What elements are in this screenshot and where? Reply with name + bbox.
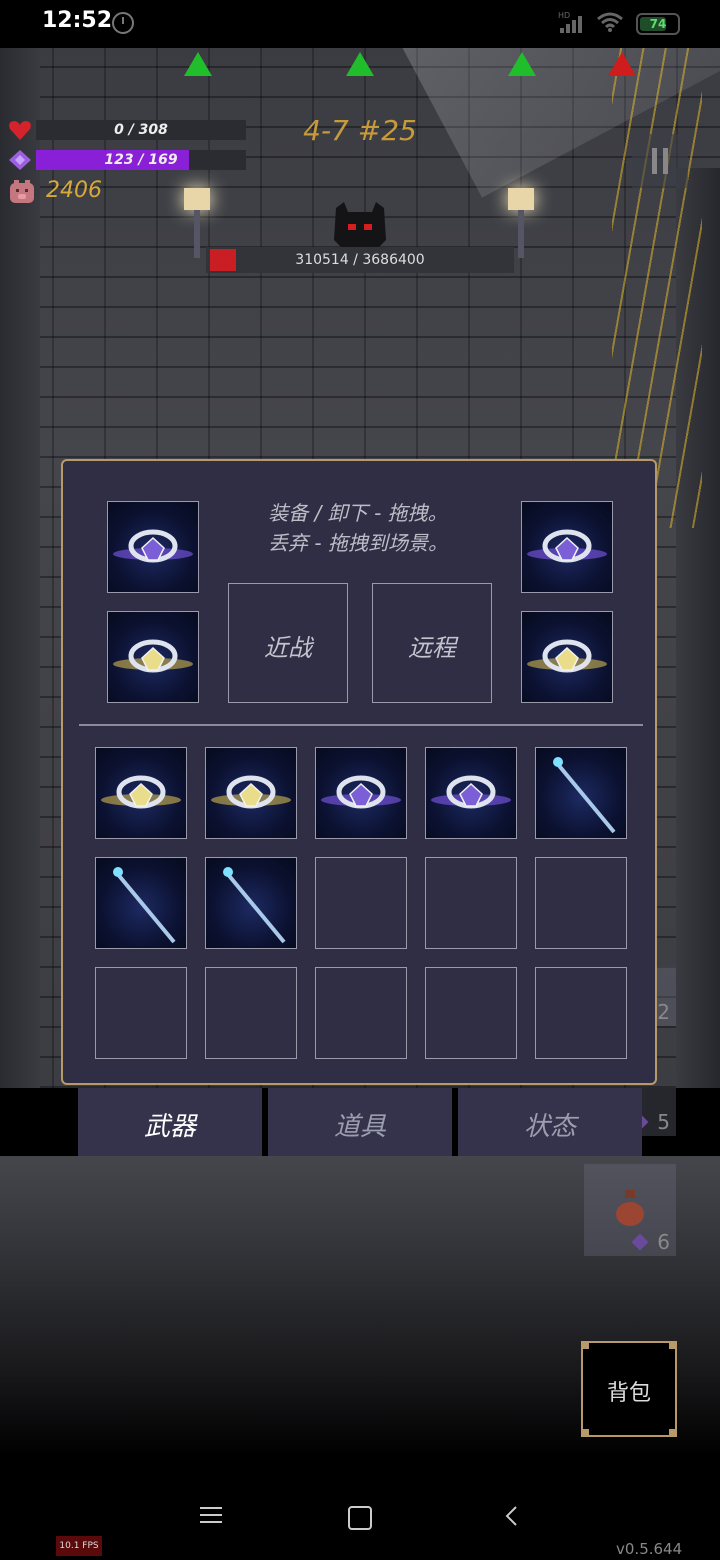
ranged-weapon-slot[interactable]: 远程 (372, 583, 492, 703)
equip-slot-left-top[interactable] (107, 501, 199, 593)
ring-purple-swirl-icon (527, 529, 607, 563)
ring-purple-swirl-icon (113, 529, 193, 563)
bag-slot-empty[interactable] (425, 857, 517, 949)
back-icon[interactable] (504, 1506, 518, 1526)
bag-slot-empty[interactable] (315, 857, 407, 949)
melee-label: 近战 (264, 634, 312, 662)
menu-icon[interactable] (200, 1506, 222, 1524)
pause-button[interactable] (632, 134, 688, 188)
piggy-bank-icon (10, 180, 34, 203)
quick-slot-potion[interactable]: 6 (584, 1164, 676, 1256)
bag-slot-staff-blue[interactable] (95, 857, 187, 949)
hint-discard: 丢弃 - 拖拽到场景。 (268, 531, 448, 555)
battery-icon: 74 (636, 13, 680, 35)
bag-slot-ring-purple-cloud[interactable] (425, 747, 517, 839)
staff-blue-icon (553, 757, 616, 834)
spawn-marker-red (608, 52, 636, 76)
tab-items-label: 道具 (333, 1112, 386, 1142)
spawn-marker-green (346, 52, 374, 76)
mana-row: 123 / 169 (8, 148, 248, 172)
hint-equip: 装备 / 卸下 - 拖拽。 (268, 501, 448, 525)
bag-slot-ring-purple-flower[interactable] (315, 747, 407, 839)
tab-weapons[interactable]: 武器 (78, 1088, 262, 1156)
ring-gold-cross-icon (113, 639, 193, 673)
backpack-button[interactable]: 背包 (581, 1341, 677, 1437)
bag-slot-empty[interactable] (205, 967, 297, 1059)
quick-slot-count: 6 (657, 1230, 670, 1254)
wifi-icon (597, 12, 623, 32)
corner-ornament (669, 1343, 675, 1349)
ranged-label: 远程 (408, 634, 456, 662)
divider (79, 724, 643, 726)
gold-amount: 2406 (46, 178, 102, 203)
version-label: v0.5.644 (616, 1540, 683, 1558)
bag-slot-empty[interactable] (425, 967, 517, 1059)
tab-status-label: 状态 (523, 1112, 576, 1142)
fps-counter: 10.1 FPS (56, 1536, 102, 1556)
tab-weapons-label: 武器 (143, 1112, 196, 1142)
home-icon[interactable] (348, 1506, 372, 1530)
corner-ornament (669, 1429, 675, 1435)
spawn-marker-green (184, 52, 212, 76)
melee-weapon-slot[interactable]: 近战 (228, 583, 348, 703)
bag-slot-empty[interactable] (535, 857, 627, 949)
bag-slot-staff-blue[interactable] (205, 857, 297, 949)
boss-sprite[interactable] (330, 200, 390, 252)
equip-slot-left-bottom[interactable] (107, 611, 199, 703)
inventory-panel: 装备 / 卸下 - 拖拽。 丢弃 - 拖拽到场景。 近战 远程 (61, 459, 657, 1085)
signal-icon: HD (558, 11, 582, 33)
clock: 12:52 (42, 8, 113, 33)
equip-slot-right-bottom[interactable] (521, 611, 613, 703)
staff-blue-icon (223, 867, 286, 944)
ring-gold-shell-icon (101, 775, 181, 809)
quick-slot-count: 2 (657, 1000, 670, 1024)
system-nav-bar (0, 1470, 720, 1560)
svg-text:HD: HD (558, 11, 570, 20)
equip-slot-right-top[interactable] (521, 501, 613, 593)
tab-items[interactable]: 道具 (268, 1088, 452, 1156)
corner-ornament (583, 1343, 589, 1349)
potion-icon (616, 1190, 644, 1226)
alarm-icon (112, 12, 134, 34)
mana-gem-icon (9, 150, 31, 170)
mana-gem-icon (631, 1233, 649, 1251)
status-bar: 12:52 HD 74 (0, 0, 720, 48)
ring-purple-flower-icon (321, 775, 401, 809)
ring-purple-cloud-icon (431, 775, 511, 809)
battery-level: 74 (649, 17, 667, 31)
bag-slot-ring-gold-shell[interactable] (95, 747, 187, 839)
bag-slot-staff-blue[interactable] (535, 747, 627, 839)
level-label: 4-7 #25 (303, 114, 417, 147)
boss-hp-bar: 310514 / 3686400 (206, 247, 514, 273)
mana-bar: 123 / 169 (36, 150, 246, 170)
gold-row: 2406 (8, 178, 208, 208)
mana-text: 123 / 169 (104, 152, 178, 168)
tab-status[interactable]: 状态 (458, 1088, 642, 1156)
spawn-marker-green (508, 52, 536, 76)
bag-slot-empty[interactable] (315, 967, 407, 1059)
quick-slot-count: 5 (657, 1110, 670, 1134)
staff-blue-icon (113, 867, 176, 944)
backpack-label: 背包 (606, 1381, 651, 1406)
corner-ornament (583, 1429, 589, 1435)
boss-hp-text: 310514 / 3686400 (295, 252, 425, 268)
bag-slot-ring-gold-shell[interactable] (205, 747, 297, 839)
ring-gold-shell-icon (211, 775, 291, 809)
bag-slot-empty[interactable] (95, 967, 187, 1059)
bag-slot-empty[interactable] (535, 967, 627, 1059)
ring-gold-cross-icon (527, 639, 607, 673)
